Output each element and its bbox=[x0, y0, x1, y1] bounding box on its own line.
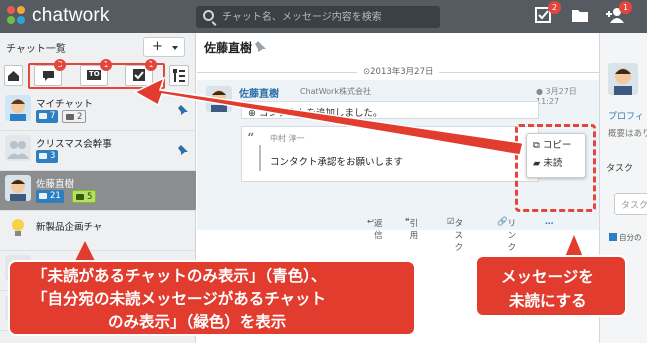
user-avatar-icon bbox=[5, 95, 31, 121]
avatar bbox=[206, 86, 232, 112]
lightbulb-icon bbox=[5, 215, 31, 241]
user-avatar-icon bbox=[5, 175, 31, 201]
pin-icon[interactable] bbox=[255, 41, 266, 52]
task-label: タスク bbox=[454, 219, 464, 253]
unread-count-badge: 7 bbox=[36, 110, 59, 123]
list-tree-icon bbox=[173, 69, 185, 82]
task-section-title: タスク bbox=[606, 164, 634, 174]
callout-left: 「未読があるチャットのみ表示」（青色）、 「自分宛の未読メッセージがあるチャット… bbox=[8, 260, 416, 336]
callout-left-line3: のみ表示」（緑色）を表示 bbox=[108, 313, 287, 331]
link-label: リンク bbox=[507, 219, 517, 253]
contact-badge: 1 bbox=[619, 1, 632, 14]
room-name: マイチャット bbox=[36, 99, 93, 110]
sidebar-title: チャット一覧 bbox=[6, 44, 66, 55]
unread-count-badge: 21 bbox=[36, 190, 64, 203]
task-input[interactable]: タスク bbox=[614, 193, 647, 215]
task-menu-button[interactable]: 2 bbox=[535, 1, 561, 23]
quote-text: コンタクト承認をお願いします bbox=[270, 157, 404, 168]
callout-right-tail bbox=[565, 235, 583, 257]
folder-icon bbox=[572, 10, 588, 22]
callout-right-line1: メッセージを bbox=[501, 268, 594, 286]
date-text: 2013年3月27日 bbox=[370, 67, 434, 77]
self-task-checkbox[interactable]: 自分の bbox=[609, 232, 642, 243]
menu-item-copy[interactable]: ⧉ コピー bbox=[533, 138, 571, 154]
top-bar: chatwork 2 1 bbox=[0, 0, 647, 33]
group-avatar-icon bbox=[5, 135, 31, 161]
avatar bbox=[608, 63, 638, 95]
timestamp-text: 3月27日 11:27 bbox=[536, 87, 577, 106]
date-label: ⊙2013年3月27日 bbox=[357, 65, 440, 77]
sort-menu-button[interactable] bbox=[169, 65, 189, 86]
self-task-label: 自分の bbox=[619, 233, 642, 242]
quote-block: “ 中村 淳一 コンタクト承認をお願いします bbox=[241, 126, 539, 182]
avatar bbox=[5, 215, 31, 241]
profile-link[interactable]: プロフィ bbox=[608, 109, 644, 122]
chatwork-logo-icon bbox=[6, 5, 28, 27]
quote-author: 中村 淳一 bbox=[270, 134, 305, 143]
room-item-mychat[interactable]: マイチャット 7 2 bbox=[0, 91, 196, 131]
mention-count-badge: 5 bbox=[72, 190, 97, 203]
room-item-xmas[interactable]: クリスマス会幹事 3 bbox=[0, 131, 196, 171]
home-icon bbox=[8, 71, 19, 81]
menu-item-mark-unread[interactable]: ▰ 未読 bbox=[533, 156, 562, 172]
room-name: 新製品企画チャ bbox=[36, 222, 103, 233]
summary-text: 概要はあり bbox=[608, 129, 647, 139]
add-task-button[interactable]: ☑ タスク bbox=[447, 217, 463, 253]
room-name: クリスマス会幹事 bbox=[36, 139, 112, 150]
quote-button[interactable]: ❝ 引用 bbox=[405, 217, 418, 241]
more-actions-button[interactable]: … bbox=[545, 217, 554, 227]
quote-bar bbox=[259, 145, 261, 171]
callout-right-line2: 未読にする bbox=[509, 292, 587, 310]
brand-name: chatwork bbox=[32, 5, 110, 26]
brand-logo[interactable]: chatwork bbox=[6, 5, 110, 27]
callout-left-line1: 「未読があるチャットのみ表示」（青色）、 bbox=[32, 267, 327, 285]
quote-mark-icon: “ bbox=[247, 131, 255, 147]
message-text: コンタクトを追加しました。 bbox=[258, 108, 383, 119]
avatar bbox=[5, 95, 31, 121]
contact-menu-button[interactable]: 1 bbox=[606, 1, 632, 23]
add-chat-label: + bbox=[152, 39, 163, 54]
message-company: ChatWork株式会社 bbox=[300, 87, 371, 96]
date-divider: ⊙2013年3月27日 bbox=[197, 65, 599, 79]
search-box[interactable] bbox=[196, 6, 440, 28]
quote-label: 引用 bbox=[409, 219, 419, 241]
message-context-menu: ⧉ コピー ▰ 未読 bbox=[526, 133, 586, 178]
unread-label: 未読 bbox=[543, 158, 563, 169]
room-item-product[interactable]: 新製品企画チャ bbox=[0, 211, 196, 251]
message-timestamp: ● 3月27日 11:27 bbox=[536, 87, 577, 106]
avatar bbox=[5, 135, 31, 161]
filter-highlight bbox=[28, 63, 165, 89]
pin-icon[interactable] bbox=[178, 145, 188, 155]
callout-left-line2: 「自分宛の未読メッセージがあるチャット bbox=[32, 290, 327, 308]
room-name: 佐藤直樹 bbox=[36, 179, 75, 190]
message-actions: ↩ 返信 ❝ 引用 ☑ タスク 🔗 リンク … bbox=[367, 217, 569, 253]
filter-home-button[interactable] bbox=[4, 65, 23, 86]
avatar bbox=[5, 175, 31, 201]
message-sender[interactable]: 佐藤直樹 bbox=[239, 85, 279, 100]
unread-count-badge: 3 bbox=[36, 150, 59, 163]
callout-left-tail bbox=[75, 241, 95, 261]
search-icon bbox=[203, 10, 214, 21]
checkbox-icon bbox=[609, 233, 617, 241]
message-body: ⊕ コンタクトを追加しました。 bbox=[241, 101, 539, 119]
pin-icon[interactable] bbox=[178, 105, 188, 115]
reply-button[interactable]: ↩ 返信 bbox=[367, 217, 383, 241]
add-chat-button[interactable]: + bbox=[143, 37, 185, 57]
user-avatar-icon bbox=[206, 86, 232, 112]
copy-label: コピー bbox=[542, 140, 572, 151]
task-badge: 2 bbox=[548, 1, 561, 14]
link-button[interactable]: 🔗 リンク bbox=[497, 217, 516, 253]
callout-right: メッセージを 未読にする bbox=[475, 255, 627, 317]
search-input[interactable] bbox=[222, 9, 432, 25]
chevron-down-icon bbox=[172, 46, 178, 50]
room-item-sato[interactable]: 佐藤直樹 21 5 bbox=[0, 171, 196, 211]
file-menu-button[interactable] bbox=[571, 7, 589, 23]
task-count-badge: 2 bbox=[62, 110, 87, 123]
room-title: 佐藤直樹 bbox=[204, 41, 253, 55]
reply-label: 返信 bbox=[374, 219, 383, 241]
user-avatar-icon bbox=[608, 63, 638, 95]
